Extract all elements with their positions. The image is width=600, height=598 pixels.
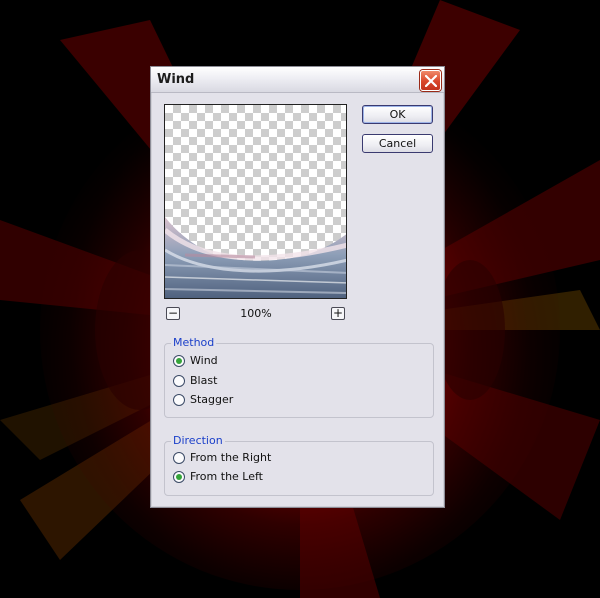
zoom-level: 100%: [240, 307, 272, 320]
filter-preview[interactable]: [164, 104, 347, 299]
radio-label: From the Right: [190, 451, 272, 464]
radio-label: From the Left: [190, 470, 263, 483]
radio-button[interactable]: [173, 394, 185, 406]
method-group: Method Wind Blast Stagger: [164, 336, 434, 418]
plus-icon: +: [332, 306, 344, 320]
method-legend: Method: [171, 336, 217, 349]
direction-group: Direction From the Right From the Left: [164, 434, 434, 496]
ok-button[interactable]: OK: [362, 105, 433, 124]
dialog-title: Wind: [157, 72, 195, 87]
close-icon: [425, 75, 437, 87]
radio-label: Stagger: [190, 393, 234, 406]
radio-button[interactable]: [173, 355, 185, 367]
close-button[interactable]: [420, 70, 441, 91]
cancel-button[interactable]: Cancel: [362, 134, 433, 153]
direction-legend: Direction: [171, 434, 225, 447]
zoom-in-button[interactable]: +: [331, 307, 345, 320]
radio-label: Wind: [190, 354, 218, 367]
radio-label: Blast: [190, 374, 218, 387]
title-bar[interactable]: Wind: [151, 67, 444, 93]
radio-button[interactable]: [173, 452, 185, 464]
zoom-out-button[interactable]: −: [166, 307, 180, 320]
minus-icon: −: [167, 306, 179, 320]
wind-dialog: Wind − 100% + OK Cancel Method Wind Blas…: [150, 66, 445, 508]
preview-image: [165, 217, 346, 298]
radio-button[interactable]: [173, 375, 185, 387]
radio-button[interactable]: [173, 471, 185, 483]
